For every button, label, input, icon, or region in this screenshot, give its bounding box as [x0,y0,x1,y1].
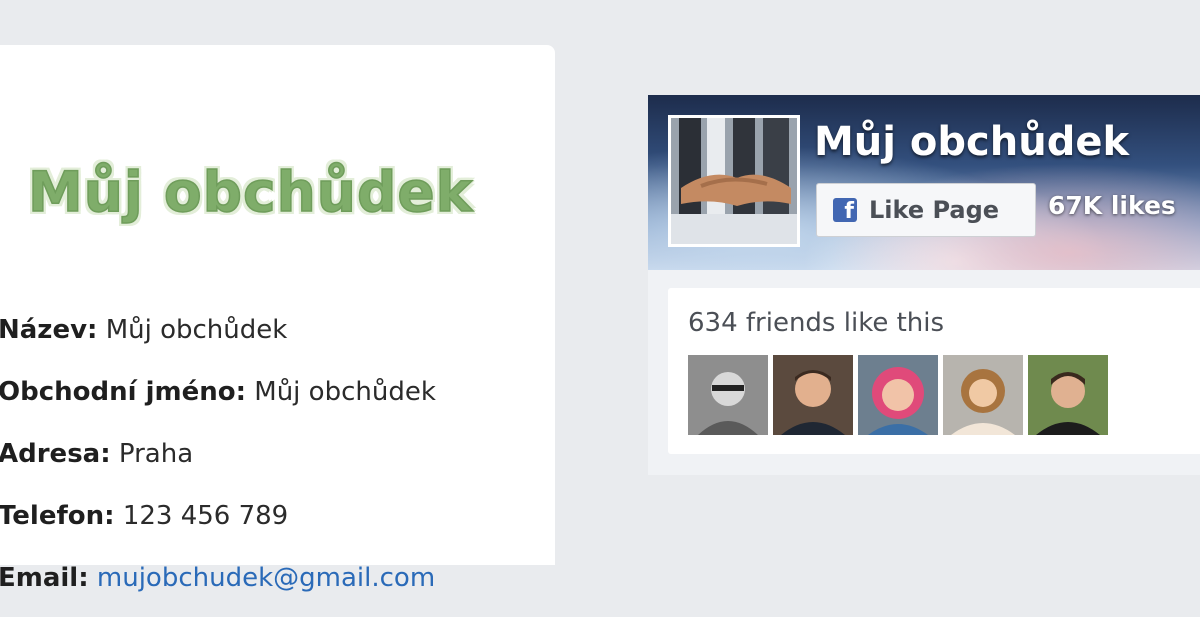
detail-row-name: Název: Můj obchůdek [0,307,436,369]
friend-photo [1028,355,1108,435]
detail-value: Můj obchůdek [105,315,288,345]
facebook-cover-photo[interactable]: Můj obchůdek f Like Page 67K likes [648,95,1200,270]
friend-avatar[interactable] [943,355,1023,435]
likes-count: 67K likes [1048,191,1176,220]
detail-value: Můj obchůdek [254,377,436,407]
like-page-button[interactable]: f Like Page [816,183,1036,237]
friend-avatar[interactable] [1028,355,1108,435]
friend-photo [943,355,1023,435]
detail-label: Adresa: [0,439,111,469]
friend-avatar[interactable] [688,355,768,435]
like-page-label: Like Page [869,196,1000,224]
facebook-page-widget: Můj obchůdek f Like Page 67K likes 634 f… [648,95,1200,475]
friend-photo [858,355,938,435]
detail-row-business-name: Obchodní jméno: Můj obchůdek [0,369,436,431]
facebook-page-name[interactable]: Můj obchůdek [814,119,1129,165]
email-link[interactable]: mujobchudek@gmail.com [97,563,435,593]
detail-label: Obchodní jméno: [0,377,246,407]
detail-row-email: Email: mujobchudek@gmail.com [0,555,436,617]
friends-like-text[interactable]: 634 friends like this [688,308,944,338]
shop-logo: Můj obchůdek [27,160,474,224]
shop-details-list: Název: Můj obchůdek Obchodní jméno: Můj … [0,307,436,617]
detail-row-phone: Telefon: 123 456 789 [0,493,436,555]
friend-photo [773,355,853,435]
friend-photo [688,355,768,435]
detail-row-address: Adresa: Praha [0,431,436,493]
detail-label: Název: [0,315,98,345]
detail-label: Email: [0,563,89,593]
detail-value: 123 456 789 [122,501,289,531]
handshake-image [671,118,797,244]
detail-label: Telefon: [0,501,115,531]
page-avatar[interactable] [668,115,800,247]
friend-avatar[interactable] [773,355,853,435]
detail-value: Praha [118,439,194,469]
friend-avatar[interactable] [858,355,938,435]
shop-info-card: Můj obchůdek Název: Můj obchůdek Obchodn… [0,45,555,593]
facebook-f-icon: f [833,198,857,222]
friends-like-box: 634 friends like this [668,288,1200,454]
